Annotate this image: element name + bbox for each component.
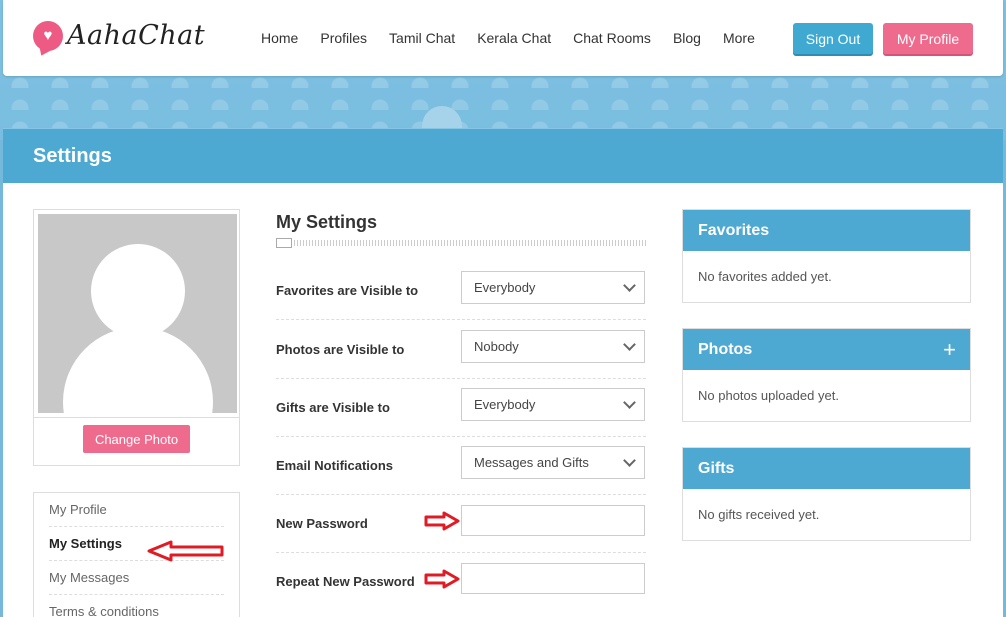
repeat-password-label: Repeat New Password [276, 574, 415, 589]
logo-text: AahaChat [67, 20, 206, 51]
nav-chat-rooms[interactable]: Chat Rooms [573, 30, 651, 46]
divider [34, 417, 239, 418]
email-notifications-select[interactable]: Messages and Gifts [461, 446, 645, 479]
chevron-down-icon [623, 396, 636, 409]
photos-panel: Photos + No photos uploaded yet. [682, 328, 971, 422]
chevron-down-icon [623, 279, 636, 292]
gifts-visibility-select[interactable]: Everybody [461, 388, 645, 421]
photos-visibility-value: Nobody [474, 339, 519, 354]
repeat-password-row: Repeat New Password [276, 553, 646, 611]
nav-tamil-chat[interactable]: Tamil Chat [389, 30, 455, 46]
heading-underline [276, 240, 646, 246]
photos-panel-header: Photos + [683, 329, 970, 370]
new-password-label: New Password [276, 516, 368, 531]
photos-visibility-label: Photos are Visible to [276, 342, 405, 357]
red-arrow-annotation-icon [424, 569, 460, 589]
side-menu-item-terms[interactable]: Terms & conditions [49, 595, 224, 617]
repeat-password-input[interactable] [461, 563, 645, 594]
gifts-panel-title: Gifts [683, 448, 970, 489]
photos-panel-title: Photos [698, 341, 753, 358]
favorites-panel: Favorites No favorites added yet. [682, 209, 971, 303]
side-menu-item-my-messages[interactable]: My Messages [49, 561, 224, 595]
gifts-visibility-label: Gifts are Visible to [276, 400, 390, 415]
avatar-head-shape [91, 244, 185, 338]
plus-icon[interactable]: + [943, 329, 956, 370]
side-menu-item-my-profile[interactable]: My Profile [49, 493, 224, 527]
gifts-panel: Gifts No gifts received yet. [682, 447, 971, 541]
email-notifications-row: Email Notifications Messages and Gifts [276, 437, 646, 495]
avatar-body-shape [63, 327, 213, 413]
site-header: ♥ AahaChat Home Profiles Tamil Chat Kera… [3, 0, 1003, 76]
change-photo-button[interactable]: Change Photo [83, 425, 190, 453]
profile-photo-card: Change Photo [33, 209, 240, 466]
favorites-visibility-value: Everybody [474, 280, 536, 295]
nav-home[interactable]: Home [261, 30, 298, 46]
gifts-panel-body: No gifts received yet. [698, 507, 820, 522]
new-password-row: New Password [276, 495, 646, 553]
nav-more[interactable]: More [723, 30, 755, 46]
chevron-down-icon [623, 338, 636, 351]
email-notifications-value: Messages and Gifts [474, 455, 589, 470]
chevron-down-icon [623, 454, 636, 467]
chat-bubble-heart-icon: ♥ [33, 20, 63, 51]
nav-kerala-chat[interactable]: Kerala Chat [477, 30, 551, 46]
red-arrow-annotation-icon [147, 540, 224, 562]
favorites-panel-title: Favorites [683, 210, 970, 251]
heading-flag-decoration [276, 238, 292, 248]
main-nav: Home Profiles Tamil Chat Kerala Chat Cha… [261, 30, 777, 46]
avatar-placeholder [38, 214, 237, 413]
new-password-input[interactable] [461, 505, 645, 536]
main-content: Change Photo My Profile My Settings My M… [3, 183, 1003, 617]
photos-panel-body: No photos uploaded yet. [698, 388, 839, 403]
favorites-visibility-label: Favorites are Visible to [276, 283, 419, 298]
gifts-visibility-row: Gifts are Visible to Everybody [276, 379, 646, 437]
email-notifications-label: Email Notifications [276, 458, 394, 473]
logo[interactable]: ♥ AahaChat [33, 20, 205, 51]
nav-blog[interactable]: Blog [673, 30, 701, 46]
gifts-visibility-value: Everybody [474, 397, 536, 412]
photos-visibility-row: Photos are Visible to Nobody [276, 321, 646, 379]
nav-profiles[interactable]: Profiles [320, 30, 367, 46]
my-settings-heading: My Settings [276, 212, 378, 232]
page-title-bar: Settings [3, 128, 1003, 183]
page-title: Settings [33, 145, 112, 167]
favorites-visibility-select[interactable]: Everybody [461, 271, 645, 304]
photos-visibility-select[interactable]: Nobody [461, 330, 645, 363]
sign-out-button[interactable]: Sign Out [793, 23, 873, 54]
favorites-panel-body: No favorites added yet. [698, 269, 832, 284]
favorites-visibility-row: Favorites are Visible to Everybody [276, 262, 646, 320]
my-profile-button[interactable]: My Profile [883, 23, 973, 54]
red-arrow-annotation-icon [424, 511, 460, 531]
